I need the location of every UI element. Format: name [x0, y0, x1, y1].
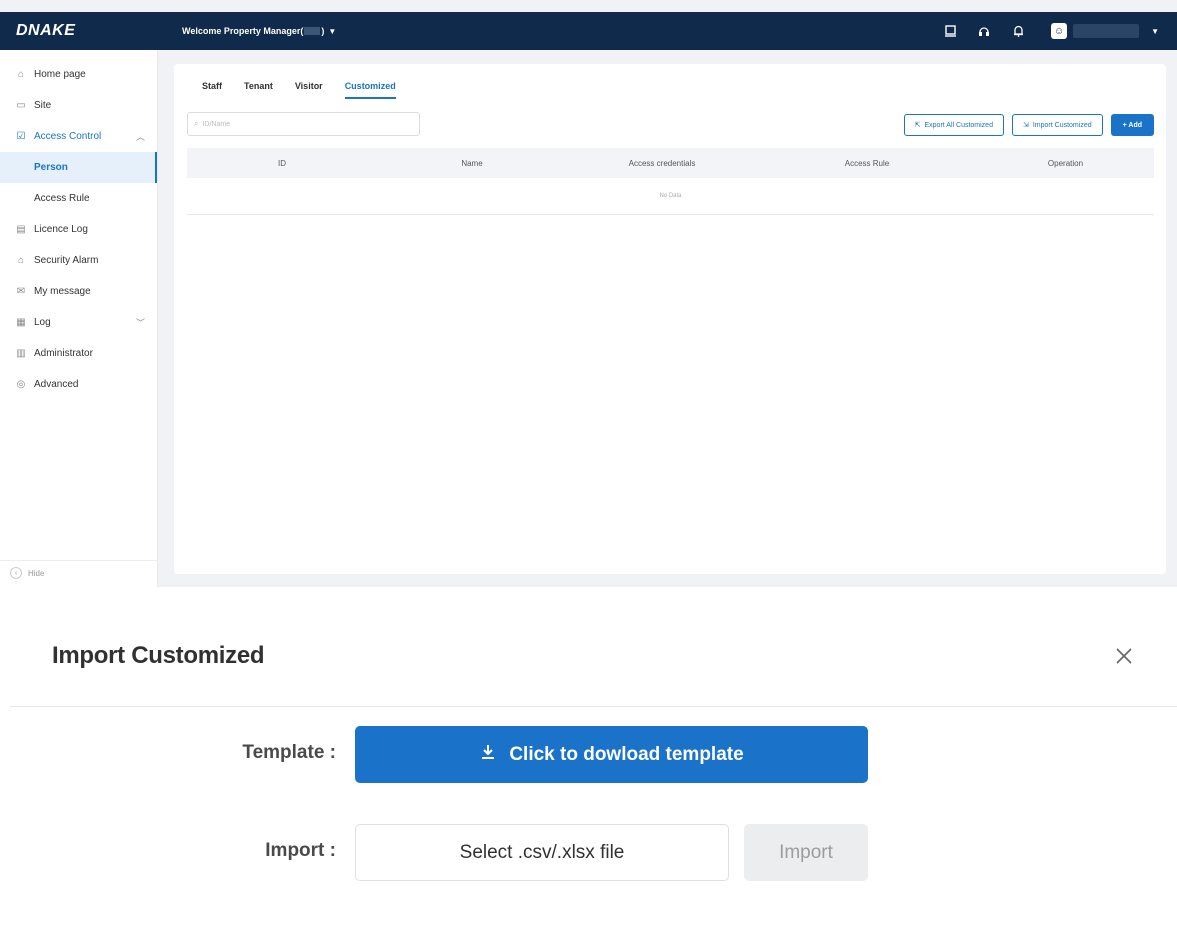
column-header-name: Name	[461, 158, 483, 168]
toolbar-actions: ⇱ Export All Customized ⇲ Import Customi…	[896, 114, 1154, 136]
caret-down-icon[interactable]: ▼	[1151, 27, 1159, 36]
document-icon: ▦	[16, 317, 26, 328]
sidebar-item-label: Access Control	[34, 131, 102, 142]
import-label: Import Customized	[1032, 121, 1092, 129]
sidebar: ⌂ Home page ▭ Site ☑ Access Control ︿ Pe…	[0, 50, 158, 587]
sidebar-item-site[interactable]: ▭ Site	[0, 90, 157, 121]
sidebar-item-licence-log[interactable]: ▤ Licence Log	[0, 214, 157, 245]
sidebar-item-label: Site	[34, 100, 52, 111]
license-icon: ▤	[16, 224, 26, 235]
column-header-access-rule: Access Rule	[844, 158, 890, 168]
search-placeholder: ID/Name	[202, 120, 231, 128]
template-label: Template :	[242, 742, 336, 763]
welcome-menu[interactable]: Welcome Property Manager( ) ▼	[182, 26, 336, 36]
sidebar-item-label: Administrator	[34, 348, 93, 359]
caret-down-icon: ▼	[328, 26, 337, 36]
sidebar-item-label: Log	[34, 317, 51, 328]
export-label: Export All Customized	[924, 121, 993, 129]
tab-customized[interactable]: Customized	[344, 81, 396, 99]
dialog-divider	[10, 706, 1177, 707]
search-icon: ⌕	[194, 119, 199, 128]
sidebar-item-label: Advanced	[34, 379, 79, 390]
sidebar-hide-toggle[interactable]: ‹ Hide	[10, 567, 44, 579]
sidebar-subitem-access-rule[interactable]: Access Rule	[0, 183, 157, 214]
headset-icon[interactable]	[969, 21, 999, 41]
bell-icon[interactable]	[1003, 21, 1033, 41]
folder-icon: ▭	[16, 100, 26, 111]
tab-staff[interactable]: Staff	[202, 81, 222, 99]
chevron-down-icon: ﹀	[135, 318, 145, 328]
import-label: Import :	[265, 840, 336, 861]
column-header-access-credentials: Access credentials	[628, 158, 696, 168]
sidebar-divider	[0, 560, 158, 561]
column-header-operation: Operation	[1047, 158, 1084, 168]
person-tabs: Staff Tenant Visitor Customized	[202, 81, 418, 99]
download-template-label: Click to dowload template	[509, 743, 744, 765]
export-all-customized-button[interactable]: ⇱ Export All Customized	[903, 114, 1004, 136]
table-header: ID Name Access credentials Access Rule O…	[187, 148, 1154, 178]
download-template-button[interactable]: Click to dowload template	[355, 726, 868, 783]
sidebar-item-advanced[interactable]: ◎ Advanced	[0, 369, 157, 400]
import-button[interactable]: Import	[744, 824, 868, 881]
column-header-id: ID	[278, 158, 286, 168]
sidebar-item-access-control[interactable]: ☑ Access Control ︿	[0, 121, 157, 152]
sidebar-item-label: My message	[34, 286, 91, 297]
welcome-suffix: )	[321, 26, 325, 36]
add-button[interactable]: + Add	[1110, 114, 1154, 136]
tab-visitor[interactable]: Visitor	[295, 81, 323, 99]
avatar[interactable]: ☺	[1051, 23, 1068, 39]
sidebar-subitem-person[interactable]: Person	[0, 152, 157, 183]
export-icon: ⇱	[914, 122, 921, 129]
empty-state: No Data	[187, 178, 1154, 215]
topbar-actions: ☺ ▼	[931, 21, 1177, 41]
admin-icon: ▥	[16, 348, 26, 359]
dialog-title: Import Customized	[52, 642, 265, 669]
settings-circle-icon: ◎	[16, 379, 26, 390]
chevron-up-icon: ︿	[135, 132, 145, 142]
app-window: DNAKE Welcome Property Manager( ) ▼ ☺ ▼ …	[0, 0, 1177, 587]
person-table: ID Name Access credentials Access Rule O…	[187, 148, 1154, 215]
tab-tenant[interactable]: Tenant	[244, 81, 273, 99]
sidebar-item-label: Security Alarm	[34, 255, 99, 266]
sidebar-item-security-alarm[interactable]: ⌂ Security Alarm	[0, 245, 157, 276]
collapse-icon: ‹	[10, 567, 22, 579]
alarm-icon: ⌂	[17, 255, 25, 266]
sidebar-item-home-page[interactable]: ⌂ Home page	[0, 59, 157, 90]
sidebar-item-label: Home page	[34, 69, 86, 80]
sidebar-item-label: Licence Log	[34, 224, 88, 235]
import-customized-button[interactable]: ⇲ Import Customized	[1011, 114, 1103, 136]
main-content: Staff Tenant Visitor Customized ⌕ ID/Nam…	[174, 64, 1166, 574]
close-icon[interactable]	[1112, 645, 1136, 669]
mail-icon: ✉	[16, 286, 26, 297]
sidebar-item-log[interactable]: ▦ Log ﹀	[0, 307, 157, 338]
logo: DNAKE	[16, 22, 76, 39]
redacted-username[interactable]	[1073, 24, 1140, 38]
home-icon: ⌂	[17, 69, 25, 80]
download-icon	[479, 743, 497, 766]
device-icon[interactable]	[935, 21, 965, 41]
welcome-text: Welcome Property Manager(	[182, 26, 304, 36]
hide-label: Hide	[28, 568, 45, 578]
import-icon: ⇲	[1022, 122, 1029, 129]
sidebar-item-administrator[interactable]: ▥ Administrator	[0, 338, 157, 369]
file-select-input[interactable]: Select .csv/.xlsx file	[355, 824, 729, 881]
redacted-name	[304, 27, 321, 35]
search-input[interactable]: ⌕ ID/Name	[187, 112, 420, 136]
top-bar: DNAKE Welcome Property Manager( ) ▼ ☺ ▼	[0, 12, 1177, 50]
shield-check-icon: ☑	[16, 131, 26, 142]
sidebar-item-my-message[interactable]: ✉ My message	[0, 276, 157, 307]
